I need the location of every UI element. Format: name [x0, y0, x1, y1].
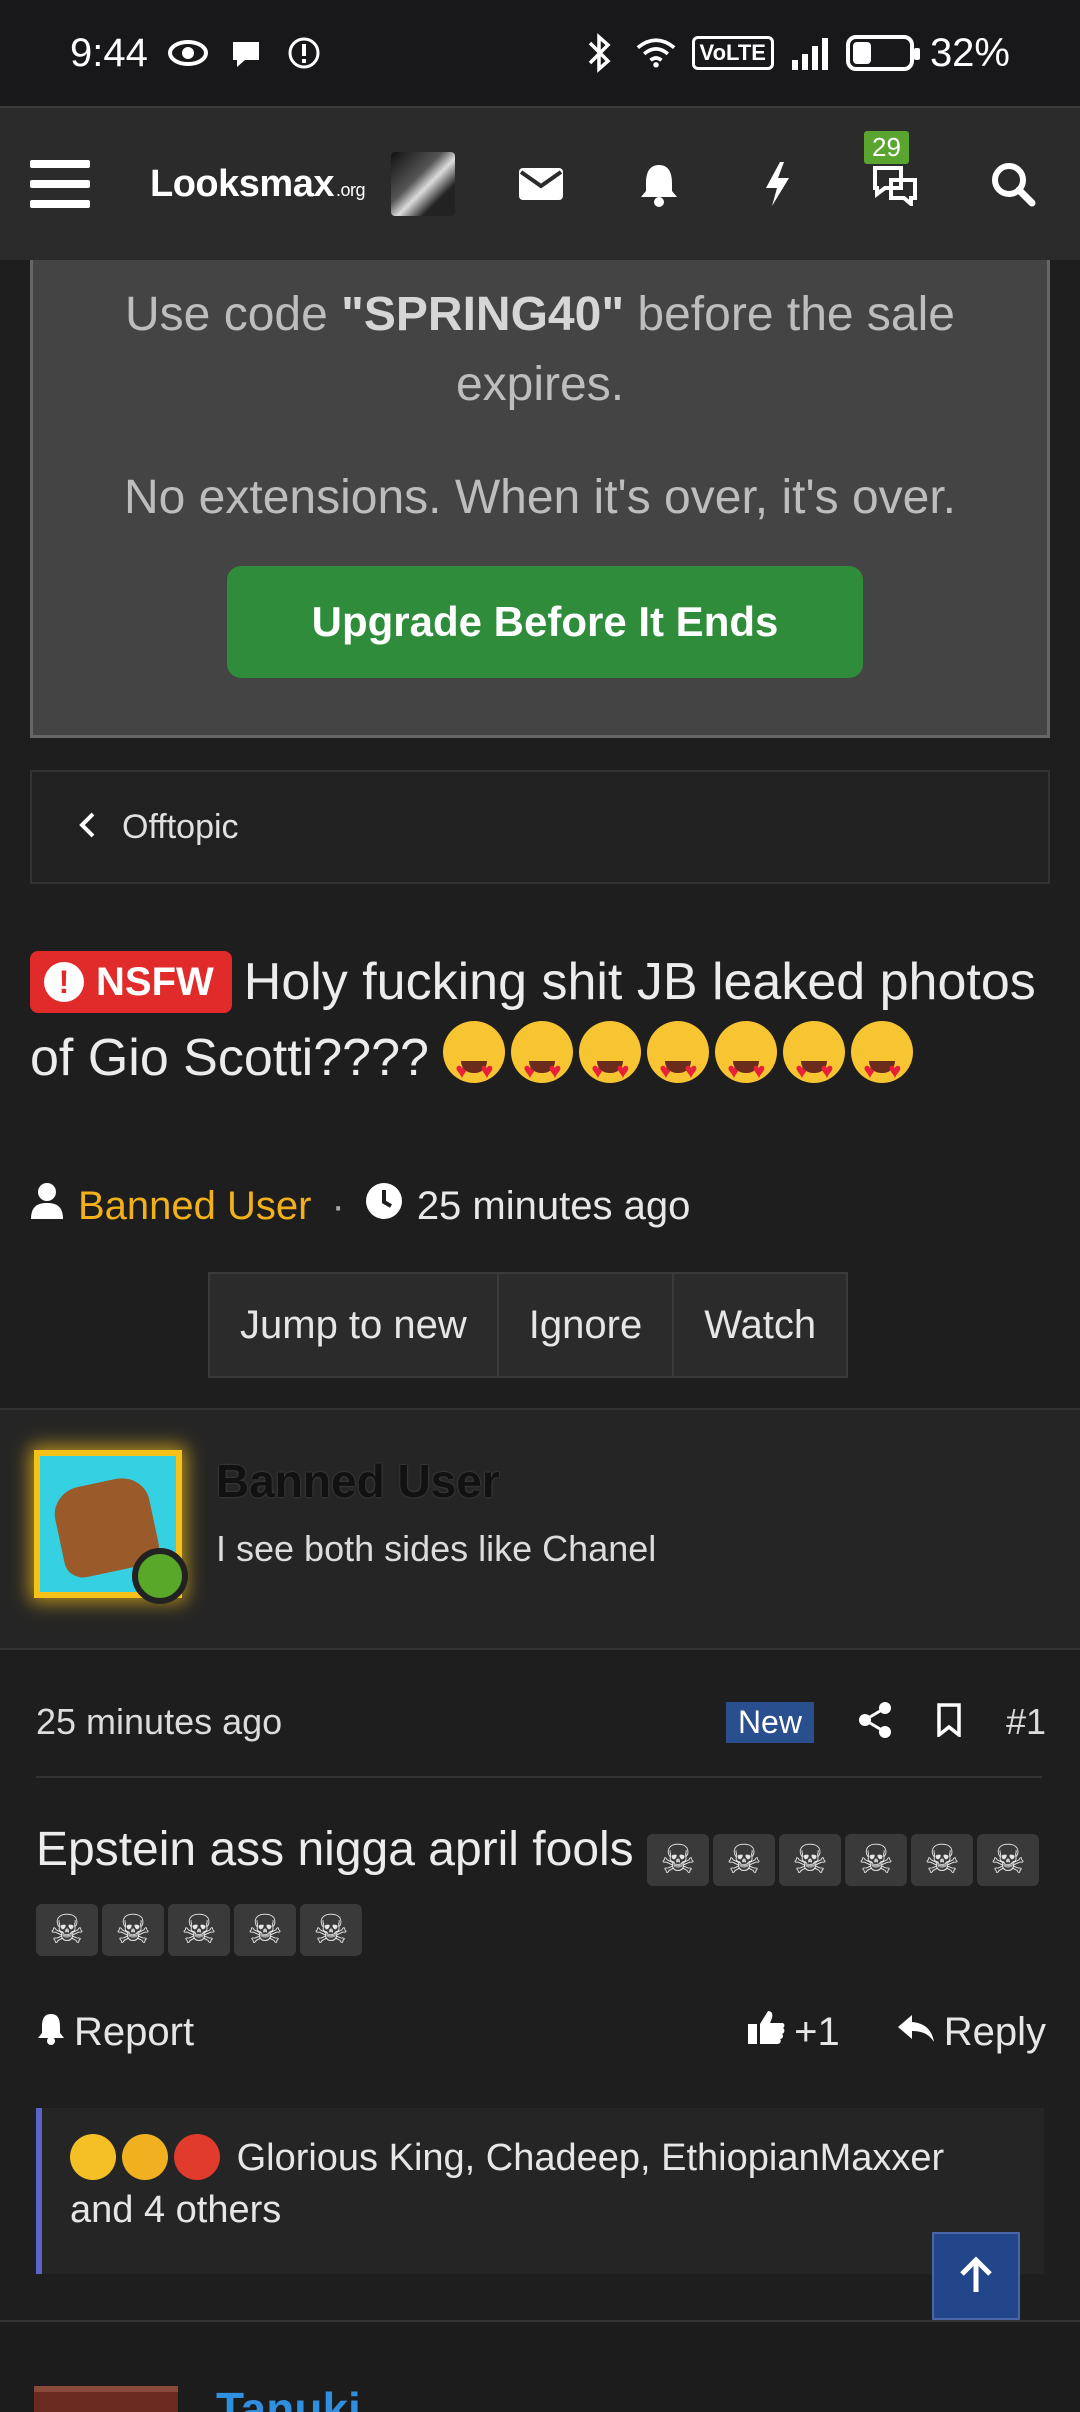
skull-emoji-icon: ☠: [845, 1834, 908, 1886]
thread-actions: Jump to new Ignore Watch: [208, 1272, 849, 1378]
skull-emoji-icon: ☠: [779, 1834, 842, 1886]
bookmark-icon[interactable]: [936, 1702, 962, 1742]
thread-time[interactable]: 25 minutes ago: [417, 1184, 691, 1229]
upgrade-button[interactable]: Upgrade Before It Ends: [227, 566, 863, 678]
skull-emoji-icon: ☠: [234, 1904, 296, 1956]
laughing-emoji-icon: [70, 2134, 116, 2180]
reply-button[interactable]: Reply: [896, 2010, 1046, 2055]
divider: [36, 1776, 1042, 1778]
reactions-summary[interactable]: Glorious King, Chadeep, EthiopianMaxxer …: [36, 2108, 1044, 2274]
status-bar: 9:44 VoLTE 32%: [0, 0, 1080, 106]
next-post-avatar[interactable]: [34, 2386, 178, 2412]
heart-eyes-emoji-icon: [511, 1021, 574, 1109]
post-body-text: Epstein ass nigga april fools: [36, 1823, 634, 1876]
skull-emoji-icon: ☠: [911, 1834, 974, 1886]
promo-deadline-line: No extensions. When it's over, it's over…: [123, 471, 957, 524]
heart-eyes-emoji-icon: [851, 1021, 914, 1109]
report-label: Report: [74, 2009, 195, 2054]
chevron-left-icon: [78, 811, 96, 844]
app-header: Looksmax .org 29: [0, 106, 1080, 260]
post-username[interactable]: Banned User: [216, 1454, 500, 1508]
like-count: +1: [794, 2009, 840, 2054]
skull-emoji-icon: ☠: [36, 1904, 98, 1956]
scroll-to-top-button[interactable]: [932, 2232, 1020, 2320]
avatar[interactable]: [391, 152, 455, 216]
arrow-up-icon: [960, 2256, 992, 2292]
share-icon[interactable]: [858, 1701, 892, 1743]
promo-banner: Use code "SPRING40" before the sale expi…: [30, 260, 1050, 738]
alert-circle-icon: [284, 33, 324, 73]
heart-eyes-emoji-icon: [783, 1021, 846, 1109]
next-post-username[interactable]: Tanuki: [216, 2382, 361, 2412]
heart-eyes-emoji-icon: [443, 1021, 506, 1109]
skull-emoji-icon: ☠: [713, 1834, 776, 1886]
online-indicator: [132, 1548, 188, 1604]
battery-fill: [852, 42, 871, 64]
jump-to-new-button[interactable]: Jump to new: [210, 1274, 499, 1376]
volte-icon: VoLTE: [691, 36, 774, 70]
heart-eyes-emoji-icon: [715, 1021, 778, 1109]
reply-icon: [896, 2010, 936, 2055]
post-actions: Report +1 Reply: [36, 2000, 1046, 2064]
new-badge: New: [725, 1701, 814, 1743]
mail-icon[interactable]: [514, 157, 568, 211]
post-meta: 25 minutes ago New #1: [36, 1690, 1046, 1754]
eye-icon: [167, 33, 208, 73]
promo-code-line: Use code "SPRING40" before the sale expi…: [125, 288, 955, 411]
next-post-preview: Tanuki: [0, 2320, 1080, 2412]
thumbs-up-icon: [746, 2008, 786, 2056]
user-icon: [30, 1182, 64, 1230]
like-button[interactable]: +1: [746, 2008, 840, 2056]
separator-dot: ·: [331, 1183, 345, 1228]
skull-emoji-icon: ☠: [647, 1834, 710, 1886]
bolt-icon[interactable]: [750, 157, 804, 211]
thread-meta: Banned User · 25 minutes ago: [30, 1182, 690, 1230]
menu-icon[interactable]: [30, 144, 110, 224]
angry-emoji-icon: [174, 2134, 220, 2180]
skull-emoji-icon: ☠: [168, 1904, 230, 1956]
search-icon[interactable]: [986, 157, 1040, 211]
status-time: 9:44: [70, 30, 148, 75]
post-avatar[interactable]: [34, 1450, 188, 1604]
sad-emoji-icon: [122, 2134, 168, 2180]
conversation-count-badge: 29: [864, 131, 909, 164]
thread-title: ! NSFW Holy fucking shit JB leaked photos …: [30, 944, 1050, 1109]
thread-author[interactable]: Banned User: [78, 1184, 311, 1229]
nsfw-prefix-badge[interactable]: ! NSFW: [30, 951, 232, 1013]
chat-bubble-icon: [226, 33, 266, 73]
bell-icon[interactable]: [632, 157, 686, 211]
clock-icon: [365, 1182, 403, 1230]
report-button[interactable]: Report: [36, 2010, 194, 2055]
heart-eyes-emoji-group: [443, 1021, 919, 1109]
post-body: Epstein ass nigga april fools ☠ ☠ ☠ ☠ ☠ ☠☠ ☠ ☠ ☠…: [36, 1816, 1046, 1956]
exclamation-icon: !: [44, 962, 84, 1002]
conversations-icon[interactable]: 29: [864, 131, 922, 211]
battery-percent: 32%: [929, 30, 1010, 75]
wifi-icon: [636, 33, 676, 73]
heart-eyes-emoji-icon: [647, 1021, 710, 1109]
skull-emoji-icon: ☠: [300, 1904, 362, 1956]
post-time[interactable]: 25 minutes ago: [36, 1701, 282, 1743]
breadcrumb[interactable]: Offtopic: [30, 770, 1050, 884]
post-number[interactable]: #1: [1006, 1701, 1046, 1743]
bluetooth-icon: [580, 33, 620, 73]
signal-icon: [790, 33, 830, 73]
ignore-button[interactable]: Ignore: [499, 1274, 675, 1376]
skull-emoji-icon: ☠: [102, 1904, 164, 1956]
site-logo[interactable]: Looksmax .org: [150, 163, 366, 206]
post-author-block: Banned User I see both sides like Chanel: [0, 1408, 1080, 1650]
bell-icon: [36, 2010, 66, 2055]
breadcrumb-label: Offtopic: [122, 807, 239, 846]
post-user-title: I see both sides like Chanel: [216, 1528, 657, 1569]
watch-button[interactable]: Watch: [674, 1274, 846, 1376]
skull-emoji-icon: ☠: [977, 1834, 1040, 1886]
battery-icon: [845, 35, 920, 71]
reply-label: Reply: [943, 2009, 1046, 2054]
heart-eyes-emoji-icon: [579, 1021, 642, 1109]
